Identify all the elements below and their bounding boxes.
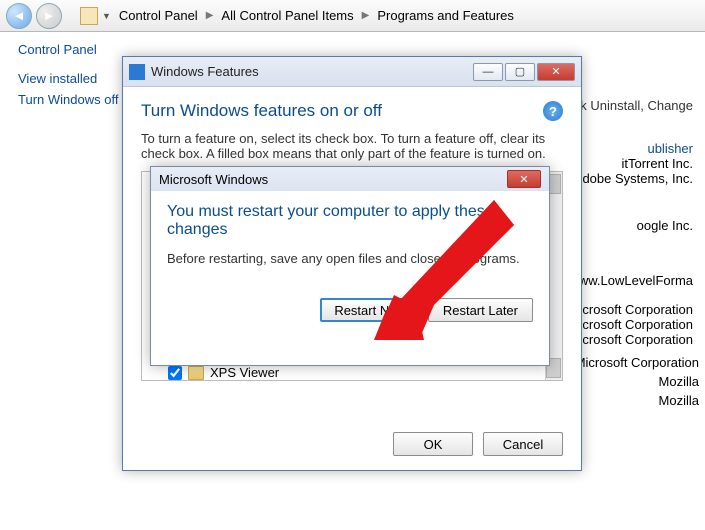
cancel-button[interactable]: Cancel: [483, 432, 563, 456]
feature-label: XPS Viewer: [210, 365, 279, 380]
maximize-button[interactable]: ▢: [505, 63, 535, 81]
program-publisher: Mozilla: [659, 374, 699, 389]
ok-button[interactable]: OK: [393, 432, 473, 456]
program-publisher: Mozilla: [659, 393, 699, 408]
restart-title-bar[interactable]: Microsoft Windows ✕: [151, 167, 549, 191]
sidebar-heading: Control Panel: [18, 42, 150, 57]
back-button[interactable]: ◄: [6, 3, 32, 29]
close-button[interactable]: ✕: [507, 170, 541, 188]
features-description: To turn a feature on, select its check b…: [141, 131, 563, 161]
address-bar: ◄ ► ▼ Control Panel▶ All Control Panel I…: [0, 0, 705, 32]
restart-now-button[interactable]: Restart Now: [320, 298, 420, 322]
forward-button[interactable]: ►: [36, 3, 62, 29]
features-icon: [129, 64, 145, 80]
restart-title: Microsoft Windows: [159, 172, 507, 187]
restart-heading: You must restart your computer to apply …: [167, 203, 533, 239]
folder-icon: [188, 366, 204, 380]
feature-checkbox[interactable]: [168, 366, 182, 380]
dialog-title: Windows Features: [151, 64, 471, 79]
restart-later-button[interactable]: Restart Later: [428, 298, 533, 322]
minimize-button[interactable]: —: [473, 63, 503, 81]
crumb-all-items[interactable]: All Control Panel Items: [217, 6, 357, 25]
close-button[interactable]: ✕: [537, 63, 575, 81]
program-publisher: Microsoft Corporation: [575, 355, 699, 370]
restart-body: Before restarting, save any open files a…: [167, 251, 533, 266]
crumb-control-panel[interactable]: Control Panel: [115, 6, 202, 25]
control-panel-icon: [80, 7, 98, 25]
breadcrumb: Control Panel▶ All Control Panel Items▶ …: [115, 6, 518, 25]
dropdown-icon[interactable]: ▼: [102, 11, 111, 21]
crumb-programs[interactable]: Programs and Features: [373, 6, 518, 25]
help-icon[interactable]: ?: [543, 101, 563, 121]
restart-dialog: Microsoft Windows ✕ You must restart you…: [150, 166, 550, 366]
features-heading: Turn Windows features on or off: [141, 101, 563, 121]
title-bar[interactable]: Windows Features — ▢ ✕: [123, 57, 581, 87]
